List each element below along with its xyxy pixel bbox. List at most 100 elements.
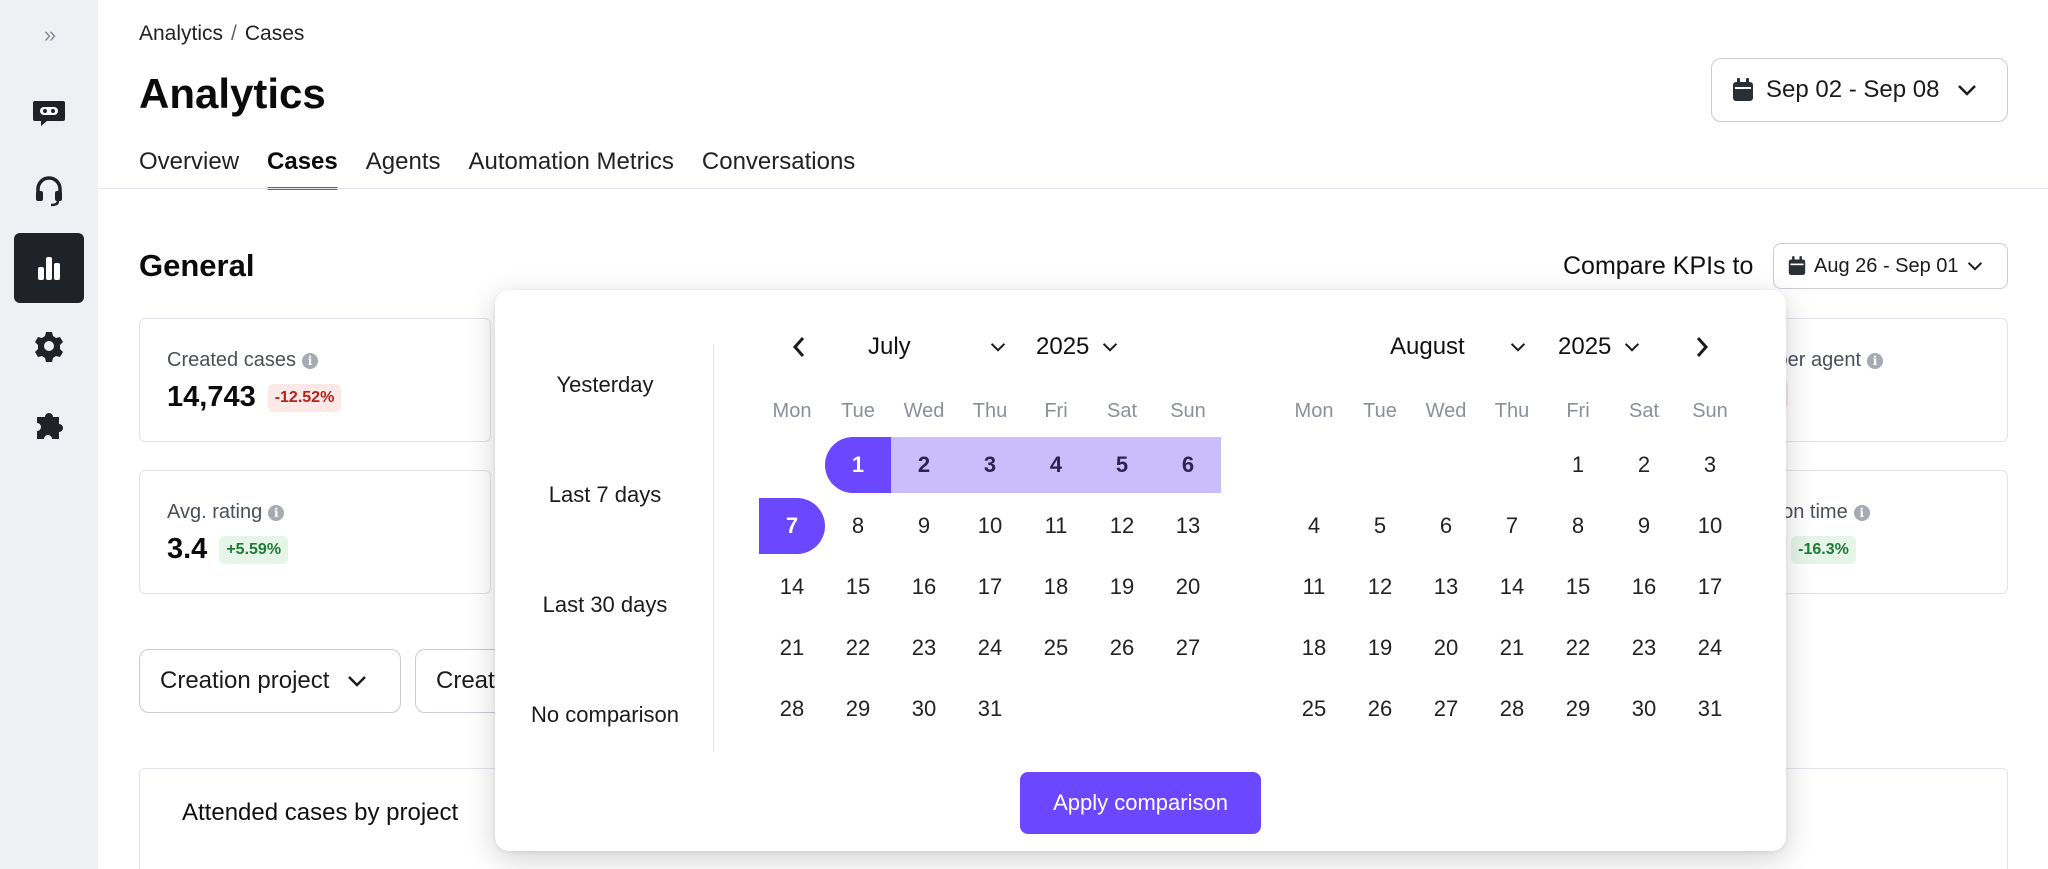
preset-last-7-days[interactable]: Last 7 days [495,482,715,508]
calendar-day[interactable]: 1 [1545,437,1611,493]
right-year-label: 2025 [1558,333,1612,360]
sidebar-item-support[interactable] [14,155,84,225]
calendar-day[interactable]: 22 [1545,620,1611,676]
expand-sidebar-icon[interactable]: » [36,22,64,48]
calendar-day[interactable]: 15 [1545,559,1611,615]
left-year-label: 2025 [1036,333,1090,360]
calendar-day[interactable]: 22 [825,620,891,676]
calendar-day[interactable]: 4 [1023,437,1089,493]
kpi-value: 14,743 [167,381,256,413]
calendar-day[interactable]: 2 [1611,437,1677,493]
calendar-day[interactable]: 11 [1281,559,1347,615]
calendar-day[interactable]: 21 [1479,620,1545,676]
prev-month-button[interactable] [784,332,814,362]
calendar-day[interactable]: 5 [1089,437,1155,493]
calendar-day[interactable]: 27 [1413,681,1479,737]
calendar-day[interactable]: 7 [1479,498,1545,554]
calendar-day[interactable]: 26 [1347,681,1413,737]
info-icon[interactable]: i [1853,504,1870,521]
sidebar-item-integrations[interactable] [14,390,84,460]
calendar-day[interactable]: 29 [1545,681,1611,737]
calendar-day[interactable]: 20 [1413,620,1479,676]
calendar-day[interactable]: 6 [1413,498,1479,554]
calendar-day[interactable]: 14 [759,559,825,615]
calendar-day[interactable]: 30 [1611,681,1677,737]
tabs-divider [98,188,2048,189]
calendar-day[interactable]: 14 [1479,559,1545,615]
popup-divider [713,344,714,752]
left-month-select[interactable]: July [868,332,1018,362]
calendar-day[interactable]: 10 [1677,498,1743,554]
calendar-day[interactable]: 3 [1677,437,1743,493]
calendar-day[interactable]: 25 [1023,620,1089,676]
calendar-day[interactable]: 26 [1089,620,1155,676]
calendar-day[interactable]: 10 [957,498,1023,554]
calendar-day[interactable]: 28 [759,681,825,737]
apply-comparison-button[interactable]: Apply comparison [1020,772,1261,834]
next-month-button[interactable] [1687,332,1717,362]
right-month-select[interactable]: August [1390,332,1540,362]
section-title-general: General [139,248,255,283]
preset-no-comparison[interactable]: No comparison [495,702,715,728]
calendar-day[interactable]: 28 [1479,681,1545,737]
calendar-day[interactable]: 15 [825,559,891,615]
calendar-day[interactable]: 13 [1155,498,1221,554]
calendar-day[interactable]: 4 [1281,498,1347,554]
calendar-day[interactable]: 27 [1155,620,1221,676]
calendar-day[interactable]: 12 [1347,559,1413,615]
sidebar-item-analytics[interactable] [14,233,84,303]
calendar-day[interactable]: 17 [957,559,1023,615]
sidebar-item-settings[interactable] [14,311,84,381]
calendar-day[interactable]: 19 [1089,559,1155,615]
calendar-day[interactable]: 8 [1545,498,1611,554]
calendar-day[interactable]: 6 [1155,437,1221,493]
calendar-day[interactable]: 24 [957,620,1023,676]
calendar-day[interactable]: 13 [1413,559,1479,615]
right-year-select[interactable]: 2025 [1558,332,1648,362]
sidebar-item-chatbot[interactable] [14,76,84,146]
calendar-day[interactable]: 16 [891,559,957,615]
calendar-day[interactable]: 16 [1611,559,1677,615]
tab-agents[interactable]: Agents [366,148,441,188]
date-range-picker[interactable]: Sep 02 - Sep 08 [1711,58,2008,122]
calendar-day[interactable]: 8 [825,498,891,554]
calendar-day[interactable]: 18 [1023,559,1089,615]
calendar-day[interactable]: 9 [1611,498,1677,554]
calendar-day[interactable]: 23 [1611,620,1677,676]
weekday-header: Mon [772,400,812,422]
left-year-select[interactable]: 2025 [1036,332,1126,362]
tab-overview[interactable]: Overview [139,148,239,188]
chevron-right-icon [1696,337,1709,357]
calendar-day[interactable]: 19 [1347,620,1413,676]
calendar-day[interactable]: 5 [1347,498,1413,554]
calendar-day[interactable]: 7 [759,498,825,554]
tab-conversations[interactable]: Conversations [702,148,855,188]
info-icon[interactable]: i [268,504,285,521]
creation-project-filter[interactable]: Creation project [139,649,401,713]
info-icon[interactable]: i [301,352,318,369]
calendar-day[interactable]: 9 [891,498,957,554]
preset-yesterday[interactable]: Yesterday [495,372,715,398]
tab-automation-metrics[interactable]: Automation Metrics [468,148,673,188]
info-icon[interactable]: i [1867,352,1884,369]
calendar-day[interactable]: 2 [891,437,957,493]
calendar-day[interactable]: 29 [825,681,891,737]
calendar-day[interactable]: 24 [1677,620,1743,676]
calendar-day[interactable]: 12 [1089,498,1155,554]
compare-range-picker[interactable]: Aug 26 - Sep 01 [1773,243,2008,289]
calendar-day[interactable]: 30 [891,681,957,737]
calendar-day[interactable]: 21 [759,620,825,676]
calendar-day[interactable]: 1 [825,437,891,493]
calendar-day[interactable]: 31 [957,681,1023,737]
calendar-day[interactable]: 20 [1155,559,1221,615]
calendar-day[interactable]: 3 [957,437,1023,493]
calendar-day[interactable]: 17 [1677,559,1743,615]
calendar-day[interactable]: 23 [891,620,957,676]
calendar-day[interactable]: 31 [1677,681,1743,737]
breadcrumb-parent[interactable]: Analytics [139,22,223,45]
preset-last-30-days[interactable]: Last 30 days [495,592,715,618]
calendar-day[interactable]: 11 [1023,498,1089,554]
tab-cases[interactable]: Cases [267,148,338,190]
calendar-day[interactable]: 18 [1281,620,1347,676]
calendar-day[interactable]: 25 [1281,681,1347,737]
